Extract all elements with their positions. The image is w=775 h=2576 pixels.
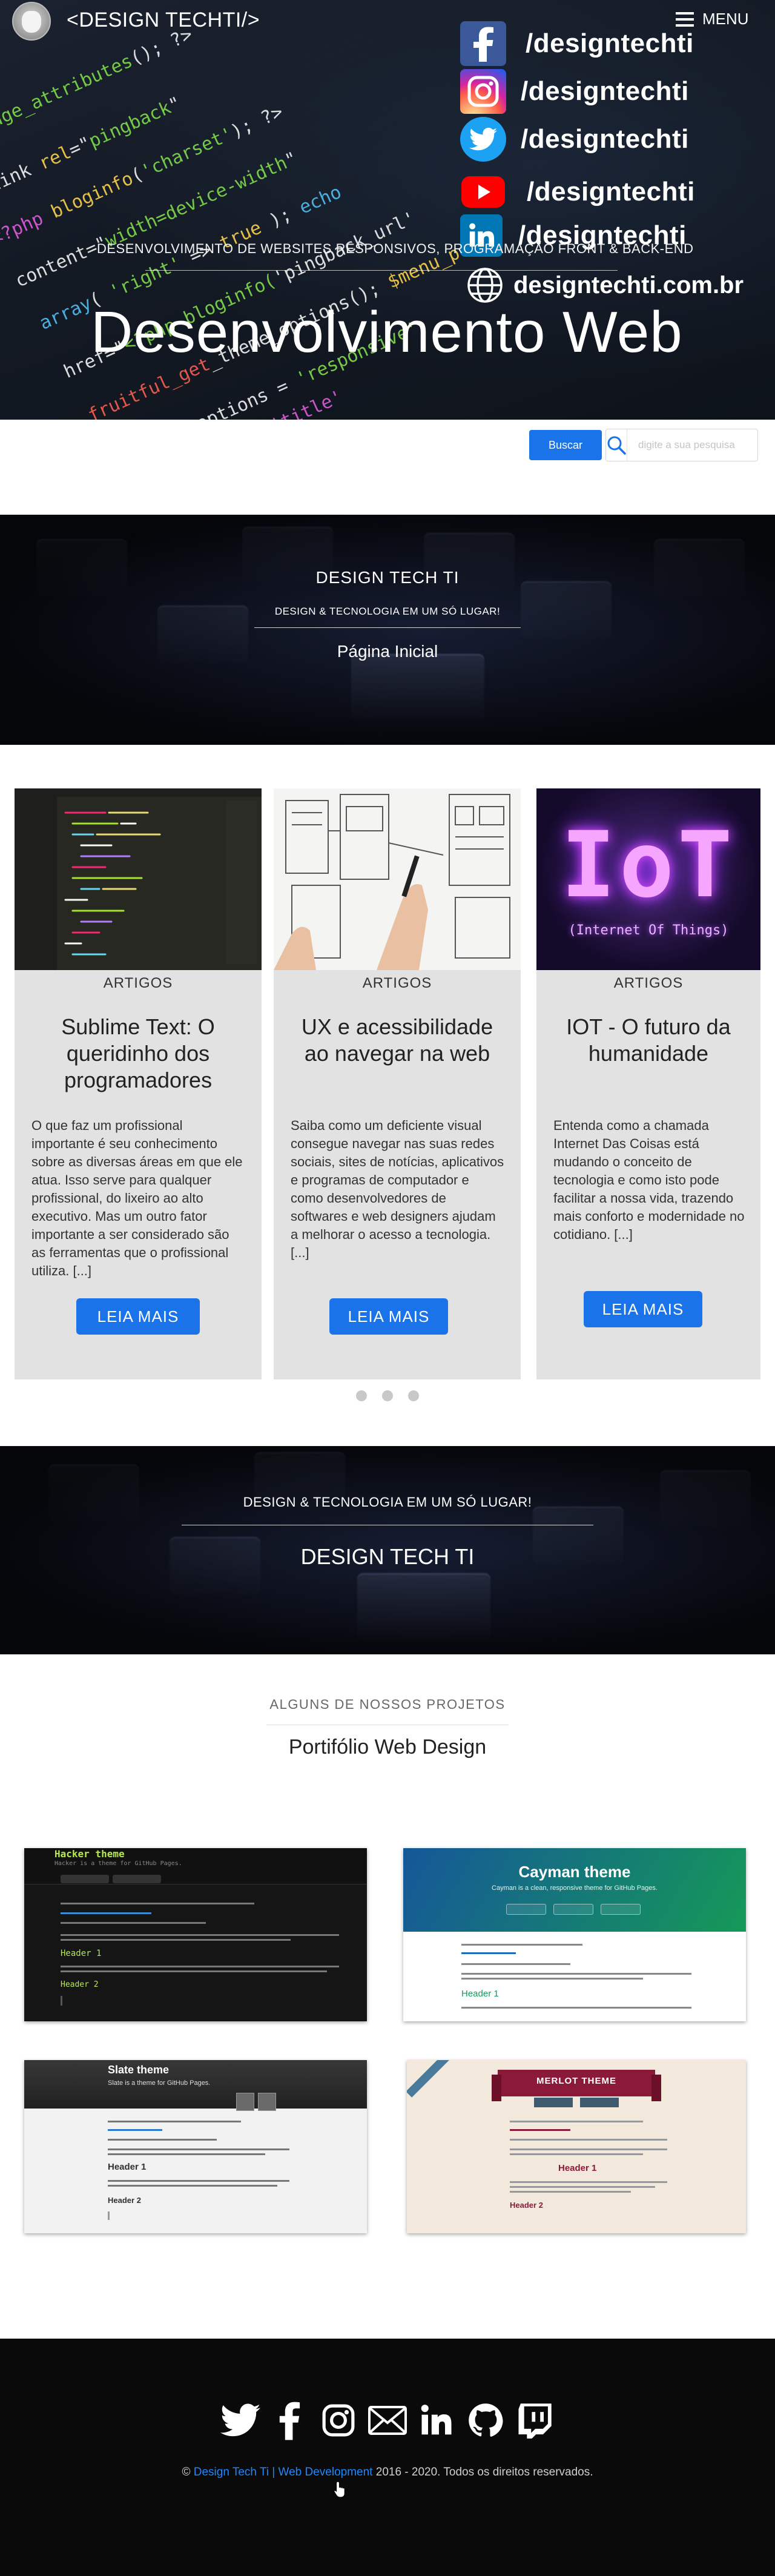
copyright: © Design Tech Ti | Web Development 2016 … xyxy=(0,2466,775,2479)
project-merlot-theme[interactable]: MERLOT THEME Header 1 Header 2 xyxy=(407,2060,746,2233)
website-label: designtechti.com.br xyxy=(513,271,744,299)
read-more-button[interactable]: LEIA MAIS xyxy=(584,1291,702,1327)
facebook-icon xyxy=(460,21,506,66)
article-title[interactable]: UX e acessibilidade ao navegar na web xyxy=(288,1014,506,1067)
banner-title: DESIGN TECH TI xyxy=(315,568,460,587)
youtube-handle: /designtechti xyxy=(527,177,695,206)
project-cayman-theme[interactable]: Cayman theme Cayman is a clean, responsi… xyxy=(403,1848,746,2021)
search-box xyxy=(605,429,772,461)
search-input[interactable] xyxy=(627,430,772,460)
project-header1: Header 1 xyxy=(558,2163,597,2173)
iot-graphic-caption: (Internet Of Things) xyxy=(568,923,729,938)
carousel-dot[interactable] xyxy=(408,1390,419,1401)
search-icon[interactable] xyxy=(606,429,627,461)
menu-label: MENU xyxy=(702,10,749,28)
portfolio-eyebrow: ALGUNS DE NOSSOS PROJETOS xyxy=(269,1697,506,1712)
project-subtitle: Cayman is a clean, responsive theme for … xyxy=(492,1884,658,1892)
project-header2: Header 2 xyxy=(108,2196,141,2205)
article-image-sublime[interactable] xyxy=(15,788,262,970)
social-link-youtube[interactable]: /designtechti xyxy=(460,170,695,214)
article-title[interactable]: Sublime Text: O queridinho dos programad… xyxy=(29,1014,247,1094)
project-name: MERLOT THEME xyxy=(536,2076,616,2086)
twitch-icon[interactable] xyxy=(513,2399,556,2442)
project-header1: Header 1 xyxy=(61,1949,102,1958)
instagram-handle: /designtechti xyxy=(521,76,689,106)
project-header2: Header 2 xyxy=(510,2201,543,2210)
article-card: IoT (Internet Of Things) ARTIGOS IOT - O… xyxy=(536,788,760,1379)
social-link-instagram[interactable]: /designtechti xyxy=(460,69,689,114)
github-icon[interactable] xyxy=(464,2399,507,2442)
project-header2: Header 2 xyxy=(61,1980,99,1989)
social-link-facebook[interactable]: /designtechti xyxy=(460,21,694,66)
banner-home: DESIGN TECH TI DESIGN & TECNOLOGIA EM UM… xyxy=(0,515,775,745)
copyright-symbol: © xyxy=(182,2466,191,2479)
hero-heading: Desenvolvimento Web xyxy=(91,300,683,365)
banner-mid: DESIGN & TECNOLOGIA EM UM SÓ LUGAR! DESI… xyxy=(0,1446,775,1654)
iot-graphic-text: IoT xyxy=(561,813,736,918)
project-hacker-theme[interactable]: Hacker theme Hacker is a theme for GitHu… xyxy=(24,1848,367,2021)
article-title[interactable]: IOT - O futuro da humanidade xyxy=(551,1014,746,1067)
hero-section: <link rel="pingback" <?php bloginfo('cha… xyxy=(0,0,775,420)
article-excerpt: Entenda como a chamada Internet Das Cois… xyxy=(553,1118,745,1242)
footer xyxy=(0,2339,775,2576)
article-image-iot[interactable]: IoT (Internet Of Things) xyxy=(536,788,760,970)
project-slate-theme[interactable]: Slate theme Slate is a theme for GitHub … xyxy=(24,2060,367,2233)
project-subtitle: Slate is a theme for GitHub Pages. xyxy=(108,2079,211,2087)
project-name: Slate theme xyxy=(108,2064,170,2076)
email-icon[interactable] xyxy=(366,2399,409,2442)
banner-subtitle: DESIGN & TECNOLOGIA EM UM SÓ LUGAR! xyxy=(274,606,501,617)
project-header1: Header 1 xyxy=(461,1989,499,1999)
home-link[interactable]: Página Inicial xyxy=(206,642,569,661)
carousel-dot[interactable] xyxy=(382,1390,393,1401)
hand-cursor-icon xyxy=(334,2481,345,2498)
article-card: ARTIGOS Sublime Text: O queridinho dos p… xyxy=(15,788,262,1379)
website-link[interactable]: designtechti.com.br xyxy=(466,266,744,304)
article-excerpt: Saiba como um deficiente visual consegue… xyxy=(291,1118,504,1260)
footer-social-icons xyxy=(219,2399,556,2442)
social-link-twitter[interactable]: /designtechti xyxy=(460,117,689,162)
site-title[interactable]: <DESIGN TECHTI/> xyxy=(67,8,260,32)
hero-tagline: DESENVOLVIMENTO DE WEBSITES RESPONSIVOS,… xyxy=(97,241,694,256)
article-category: ARTIGOS xyxy=(362,975,432,991)
twitter-icon xyxy=(460,117,506,162)
youtube-icon xyxy=(460,170,506,214)
article-category: ARTIGOS xyxy=(103,975,173,991)
banner-mid-title: DESIGN TECH TI xyxy=(300,1544,475,1569)
portfolio-title: Portifólio Web Design xyxy=(288,1735,487,1759)
article-excerpt: O que faz um profissional importante é s… xyxy=(31,1118,243,1278)
article-image-ux[interactable] xyxy=(274,788,521,970)
banner-divider xyxy=(254,627,521,628)
article-category: ARTIGOS xyxy=(613,975,684,991)
read-more-button[interactable]: LEIA MAIS xyxy=(76,1298,200,1335)
copyright-text: 2016 - 2020. Todos os direitos reservado… xyxy=(375,2466,593,2479)
project-header1: Header 1 xyxy=(108,2162,147,2172)
read-more-button[interactable]: LEIA MAIS xyxy=(329,1298,448,1335)
facebook-handle: /designtechti xyxy=(526,28,694,58)
instagram-icon[interactable] xyxy=(317,2399,360,2442)
footer-brand-link[interactable]: Design Tech Ti | Web Development xyxy=(194,2466,373,2479)
globe-icon xyxy=(467,268,503,303)
project-name: Hacker theme xyxy=(54,1848,125,1860)
article-card: ARTIGOS UX e acessibilidade ao navegar n… xyxy=(274,788,521,1379)
logo-face-graphic xyxy=(22,11,41,33)
project-subtitle: Hacker is a theme for GitHub Pages. xyxy=(54,1860,182,1867)
twitter-icon[interactable] xyxy=(219,2399,262,2442)
facebook-icon[interactable] xyxy=(268,2399,311,2442)
linkedin-icon[interactable] xyxy=(415,2399,458,2442)
twitter-handle: /designtechti xyxy=(521,124,689,154)
banner-mid-subtitle: DESIGN & TECNOLOGIA EM UM SÓ LUGAR! xyxy=(243,1494,532,1510)
instagram-icon xyxy=(460,69,506,114)
project-name: Cayman theme xyxy=(518,1863,631,1881)
search-button[interactable]: Buscar xyxy=(529,430,602,460)
carousel-dot[interactable] xyxy=(356,1390,367,1401)
